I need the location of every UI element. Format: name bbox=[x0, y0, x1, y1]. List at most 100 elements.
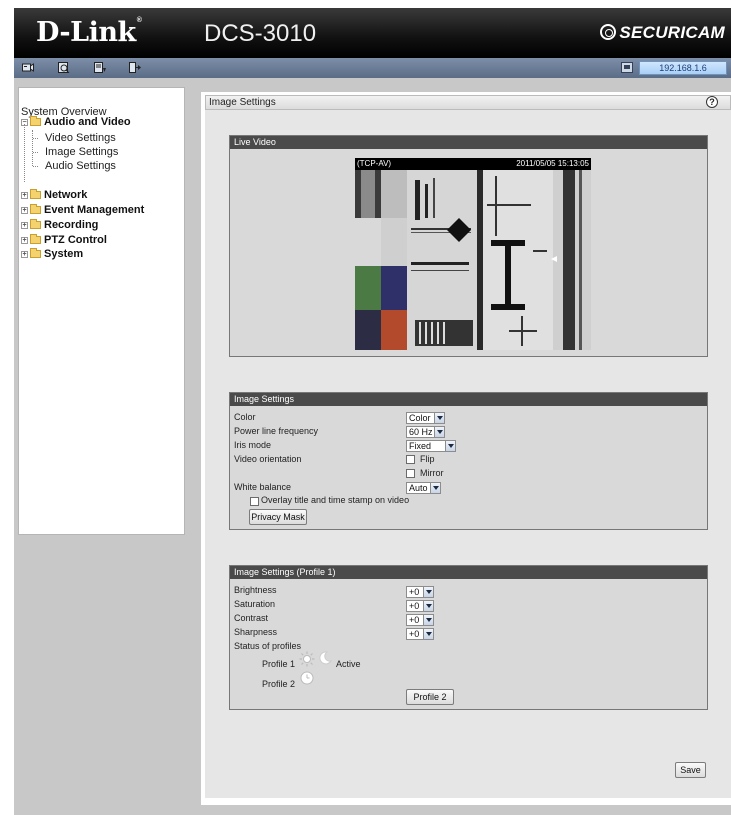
expand-icon[interactable]: + bbox=[21, 206, 28, 214]
save-button[interactable]: Save bbox=[675, 762, 706, 778]
section-title: Live Video bbox=[230, 136, 707, 149]
sidebar-item-label: PTZ Control bbox=[44, 234, 107, 246]
contrast-select[interactable]: +0 bbox=[406, 614, 434, 626]
sidebar-item-label: Event Management bbox=[44, 204, 145, 216]
sidebar: System Overview − Audio and Video Video … bbox=[18, 87, 185, 535]
sun-icon bbox=[299, 651, 315, 667]
sharpness-label: Sharpness bbox=[234, 627, 278, 637]
ip-address: 192.168.1.6 bbox=[639, 61, 727, 75]
brightness-select[interactable]: +0 bbox=[406, 586, 434, 598]
white-balance-select[interactable]: Auto bbox=[406, 482, 441, 494]
chevron-down-icon bbox=[434, 427, 444, 437]
saturation-select[interactable]: +0 bbox=[406, 600, 434, 612]
sidebar-item-label: Audio and Video bbox=[44, 116, 131, 128]
folder-icon bbox=[30, 219, 41, 229]
tree-line bbox=[32, 130, 33, 166]
page-title-bar: Image Settings ? bbox=[205, 95, 731, 110]
chevron-down-icon bbox=[423, 587, 433, 597]
iris-mode-value: Fixed bbox=[409, 441, 432, 451]
dlink-logo: D-Link® bbox=[36, 17, 142, 48]
setup-icon[interactable] bbox=[58, 62, 70, 73]
section-title: Image Settings (Profile 1) bbox=[230, 566, 707, 579]
chevron-down-icon bbox=[430, 483, 440, 493]
clock-icon bbox=[300, 671, 314, 685]
sidebar-item-system[interactable]: + System bbox=[21, 247, 83, 261]
sidebar-item-ptz-control[interactable]: + PTZ Control bbox=[21, 233, 107, 247]
image-settings-section: Image Settings Color Color Power line fr… bbox=[229, 392, 708, 530]
header-bar: D-Link® DCS-3010 SECURICAM bbox=[14, 8, 731, 58]
color-label: Color bbox=[234, 412, 256, 422]
brightness-value: +0 bbox=[409, 587, 420, 597]
sidebar-item-label: Network bbox=[44, 189, 88, 201]
sidebar-item-network[interactable]: + Network bbox=[21, 188, 87, 202]
video-timestamp: 2011/05/05 15:13:05 bbox=[516, 159, 589, 168]
power-frequency-label: Power line frequency bbox=[234, 426, 319, 436]
chevron-down-icon bbox=[445, 441, 455, 451]
saturation-value: +0 bbox=[409, 601, 420, 611]
chevron-down-icon bbox=[423, 615, 433, 625]
tree-line bbox=[33, 166, 38, 167]
profile1-status: Active bbox=[336, 659, 361, 669]
sidebar-item-audio-video[interactable]: − Audio and Video bbox=[21, 115, 131, 129]
chevron-down-icon bbox=[434, 413, 444, 423]
profile1-label: Profile 1 bbox=[262, 659, 296, 669]
sharpness-select[interactable]: +0 bbox=[406, 628, 434, 640]
network-status-icon bbox=[621, 62, 633, 73]
color-select[interactable]: Color bbox=[406, 412, 445, 424]
expand-icon[interactable]: + bbox=[21, 191, 28, 199]
status-profiles-label: Status of profiles bbox=[234, 641, 302, 651]
flip-label: Flip bbox=[420, 454, 435, 464]
flip-checkbox[interactable] bbox=[406, 455, 415, 464]
test-chart-image bbox=[355, 170, 591, 350]
tree-line bbox=[33, 152, 38, 153]
white-balance-label: White balance bbox=[234, 482, 292, 492]
securicam-icon bbox=[600, 24, 617, 40]
iris-mode-label: Iris mode bbox=[234, 440, 272, 450]
securicam-logo: SECURICAM bbox=[600, 23, 725, 43]
contrast-value: +0 bbox=[409, 615, 420, 625]
color-select-value: Color bbox=[409, 413, 431, 423]
tree-line bbox=[24, 124, 25, 182]
expand-icon[interactable]: + bbox=[21, 236, 28, 244]
brightness-label: Brightness bbox=[234, 585, 277, 595]
page-title: Image Settings bbox=[209, 97, 276, 108]
live-video-icon[interactable] bbox=[22, 62, 34, 73]
sidebar-item-event-management[interactable]: + Event Management bbox=[21, 203, 144, 217]
profile-settings-section: Image Settings (Profile 1) Brightness +0… bbox=[229, 565, 708, 710]
live-video-view[interactable]: (TCP-AV) 2011/05/05 15:13:05 bbox=[355, 158, 591, 350]
logout-icon[interactable] bbox=[129, 62, 141, 73]
sidebar-item-audio-settings[interactable]: Audio Settings bbox=[45, 160, 116, 172]
folder-icon bbox=[30, 234, 41, 244]
video-orientation-label: Video orientation bbox=[234, 454, 302, 464]
video-protocol: (TCP-AV) bbox=[357, 159, 392, 168]
expand-icon[interactable]: + bbox=[21, 250, 28, 258]
chevron-down-icon bbox=[423, 629, 433, 639]
chevron-down-icon bbox=[423, 601, 433, 611]
mirror-checkbox[interactable] bbox=[406, 469, 415, 478]
folder-icon bbox=[30, 204, 41, 214]
video-overlay-bar: (TCP-AV) 2011/05/05 15:13:05 bbox=[355, 158, 591, 170]
sidebar-item-label: Recording bbox=[44, 219, 99, 231]
expand-icon[interactable]: + bbox=[21, 221, 28, 229]
sharpness-value: +0 bbox=[409, 629, 420, 639]
power-frequency-select[interactable]: 60 Hz bbox=[406, 426, 445, 438]
sidebar-item-image-settings[interactable]: Image Settings bbox=[45, 146, 118, 158]
help-icon[interactable]: ? bbox=[706, 96, 718, 108]
overlay-label: Overlay title and time stamp on video bbox=[261, 495, 410, 505]
folder-icon bbox=[30, 189, 41, 199]
model-name: DCS-3010 bbox=[204, 20, 317, 47]
sidebar-item-label: System bbox=[44, 248, 84, 260]
iris-mode-select[interactable]: Fixed bbox=[406, 440, 456, 452]
toolbar: 192.168.1.6 bbox=[14, 58, 731, 78]
sidebar-item-video-settings[interactable]: Video Settings bbox=[45, 132, 116, 144]
mirror-label: Mirror bbox=[420, 468, 444, 478]
profile2-button[interactable]: Profile 2 bbox=[406, 689, 454, 705]
sidebar-item-recording[interactable]: + Recording bbox=[21, 218, 98, 232]
moon-icon bbox=[319, 651, 332, 665]
white-balance-value: Auto bbox=[409, 483, 428, 493]
privacy-mask-button[interactable]: Privacy Mask bbox=[249, 509, 307, 525]
config-icon[interactable] bbox=[94, 62, 106, 73]
overlay-checkbox[interactable] bbox=[250, 497, 259, 506]
saturation-label: Saturation bbox=[234, 599, 276, 609]
contrast-label: Contrast bbox=[234, 613, 269, 623]
